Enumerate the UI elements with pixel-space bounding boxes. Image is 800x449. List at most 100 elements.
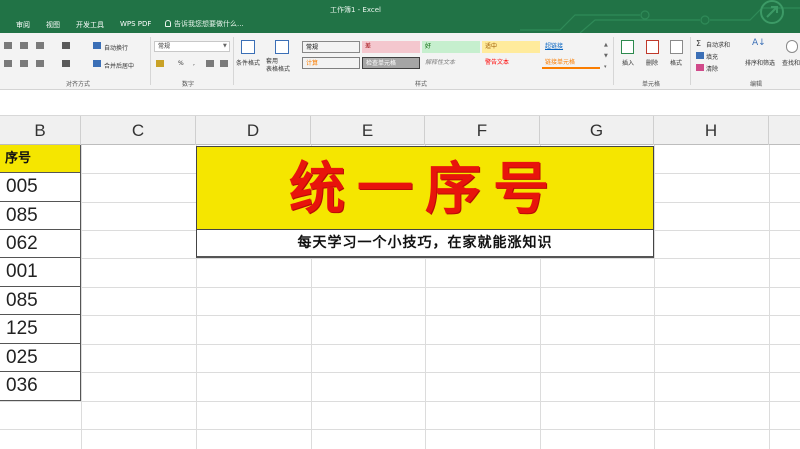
- style-warning[interactable]: 警告文本: [482, 57, 540, 69]
- find-select-icon: [786, 40, 798, 53]
- column-header-f[interactable]: F: [425, 116, 540, 145]
- style-normal-label: 常规: [306, 44, 319, 51]
- number-group-label: 数字: [182, 81, 195, 88]
- table-row[interactable]: 125: [0, 315, 81, 344]
- table-row[interactable]: 025: [0, 344, 81, 372]
- sheet-title: 统一序号: [289, 156, 561, 222]
- style-check-cell[interactable]: 检查单元格: [362, 57, 420, 69]
- cell-b-header[interactable]: 序号: [0, 145, 81, 173]
- gridline: [0, 429, 800, 430]
- column-header-b[interactable]: B: [0, 116, 81, 145]
- number-format-value: 常规: [158, 43, 171, 50]
- gridline: [0, 372, 800, 373]
- worksheet-grid[interactable]: 序号 005 085 062 001 085 125 025 036 统一序号 …: [0, 145, 800, 449]
- wrap-text-icon: [93, 42, 101, 49]
- fill-icon: [696, 52, 704, 59]
- number-format-dropdown[interactable]: 常规: [154, 41, 230, 52]
- decrease-decimal-icon[interactable]: [220, 60, 228, 67]
- insert-button[interactable]: 插入: [622, 58, 634, 67]
- fill-button[interactable]: 填充: [706, 52, 718, 61]
- gridline: [0, 315, 800, 316]
- increase-decimal-icon[interactable]: [206, 60, 214, 67]
- ribbon-separator: [613, 37, 614, 85]
- align-top-icon[interactable]: [4, 42, 12, 49]
- lightbulb-icon: [165, 20, 171, 27]
- column-header-e[interactable]: E: [311, 116, 425, 145]
- gridline: [0, 287, 800, 288]
- gridline: [0, 344, 800, 345]
- scroll-down-icon[interactable]: ▼: [604, 53, 608, 59]
- style-warning-label: 警告文本: [485, 59, 510, 66]
- autosum-button[interactable]: 自动求和: [706, 40, 730, 49]
- table-row[interactable]: 062: [0, 230, 81, 258]
- tab-developer[interactable]: 开发工具: [76, 20, 104, 30]
- column-header-d[interactable]: D: [196, 116, 311, 145]
- gridline: [769, 145, 770, 449]
- tab-review[interactable]: 审阅: [16, 20, 30, 30]
- comma-button[interactable]: ,: [193, 60, 195, 67]
- chevron-down-icon: ▼: [223, 43, 227, 49]
- column-header-row: B C D E F G H: [0, 116, 800, 145]
- format-as-table-button[interactable]: 套用 表格格式: [266, 58, 290, 74]
- align-center-icon[interactable]: [20, 60, 28, 67]
- table-row[interactable]: 005: [0, 173, 81, 202]
- more-styles-icon[interactable]: ▾: [604, 64, 607, 70]
- tell-me-search[interactable]: 告诉我您想要做什么...: [165, 19, 244, 29]
- align-left-icon[interactable]: [4, 60, 12, 67]
- eraser-icon: [696, 64, 704, 71]
- alignment-group-label: 对齐方式: [66, 81, 91, 88]
- style-normal[interactable]: 常规: [302, 41, 360, 53]
- ribbon-separator: [690, 37, 691, 85]
- merged-title-cell[interactable]: 统一序号: [196, 146, 654, 230]
- merged-subtitle-cell[interactable]: 每天学习一个小技巧，在家就能涨知识: [196, 230, 654, 258]
- insert-icon: [621, 40, 634, 54]
- align-middle-icon[interactable]: [20, 42, 28, 49]
- editing-group-label: 编辑: [750, 81, 763, 88]
- column-header-next[interactable]: [769, 116, 800, 145]
- indent-icon[interactable]: [62, 60, 70, 67]
- scroll-up-icon[interactable]: ▲: [604, 42, 608, 48]
- style-explanatory-label: 解释性文本: [425, 59, 456, 66]
- sort-filter-icon: A↓: [752, 38, 766, 48]
- format-button[interactable]: 格式: [670, 58, 682, 67]
- ribbon: 自动换行 合并后居中 对齐方式 常规 ▼ % , 数字 条件格式 套用 表格格式…: [0, 33, 800, 90]
- style-calculation[interactable]: 计算: [302, 57, 360, 69]
- style-explanatory[interactable]: 解释性文本: [422, 57, 480, 69]
- wrap-text-button[interactable]: 自动换行: [104, 43, 128, 52]
- tab-view[interactable]: 视图: [46, 20, 60, 30]
- style-linked-cell[interactable]: 链接单元格: [542, 57, 600, 69]
- find-select-button[interactable]: 查找和选择: [782, 58, 800, 67]
- tell-me-text: 告诉我您想要做什么...: [174, 20, 244, 28]
- style-neutral-label: 适中: [485, 43, 498, 50]
- align-right-icon[interactable]: [36, 60, 44, 67]
- column-header-h[interactable]: H: [654, 116, 769, 145]
- gridline: [654, 145, 655, 449]
- clear-button[interactable]: 清除: [706, 64, 718, 73]
- style-hyperlink[interactable]: 超链接: [542, 41, 600, 53]
- style-good[interactable]: 好: [422, 41, 480, 53]
- delete-button[interactable]: 删除: [646, 58, 658, 67]
- style-neutral[interactable]: 适中: [482, 41, 540, 53]
- percent-button[interactable]: %: [178, 60, 184, 67]
- formula-bar[interactable]: [0, 91, 800, 116]
- cells-group-label: 单元格: [642, 81, 661, 88]
- table-row[interactable]: 001: [0, 258, 81, 287]
- style-bad-label: 差: [365, 43, 372, 50]
- align-bottom-icon[interactable]: [36, 42, 44, 49]
- table-row[interactable]: 085: [0, 202, 81, 230]
- currency-icon[interactable]: [156, 60, 164, 67]
- column-header-g[interactable]: G: [540, 116, 654, 145]
- merge-center-button[interactable]: 合并后居中: [104, 61, 134, 70]
- style-good-label: 好: [425, 43, 432, 50]
- ribbon-separator: [233, 37, 234, 85]
- table-row[interactable]: 085: [0, 287, 81, 315]
- window-title: 工作簿1 - Excel: [330, 6, 381, 14]
- style-bad[interactable]: 差: [362, 41, 420, 53]
- conditional-format-button[interactable]: 条件格式: [236, 58, 260, 67]
- style-calculation-label: 计算: [306, 60, 319, 67]
- orientation-icon[interactable]: [62, 42, 70, 49]
- sort-filter-button[interactable]: 排序和筛选: [745, 58, 775, 67]
- table-row[interactable]: 036: [0, 372, 81, 401]
- tab-wps-pdf[interactable]: WPS PDF: [120, 20, 151, 28]
- column-header-c[interactable]: C: [81, 116, 196, 145]
